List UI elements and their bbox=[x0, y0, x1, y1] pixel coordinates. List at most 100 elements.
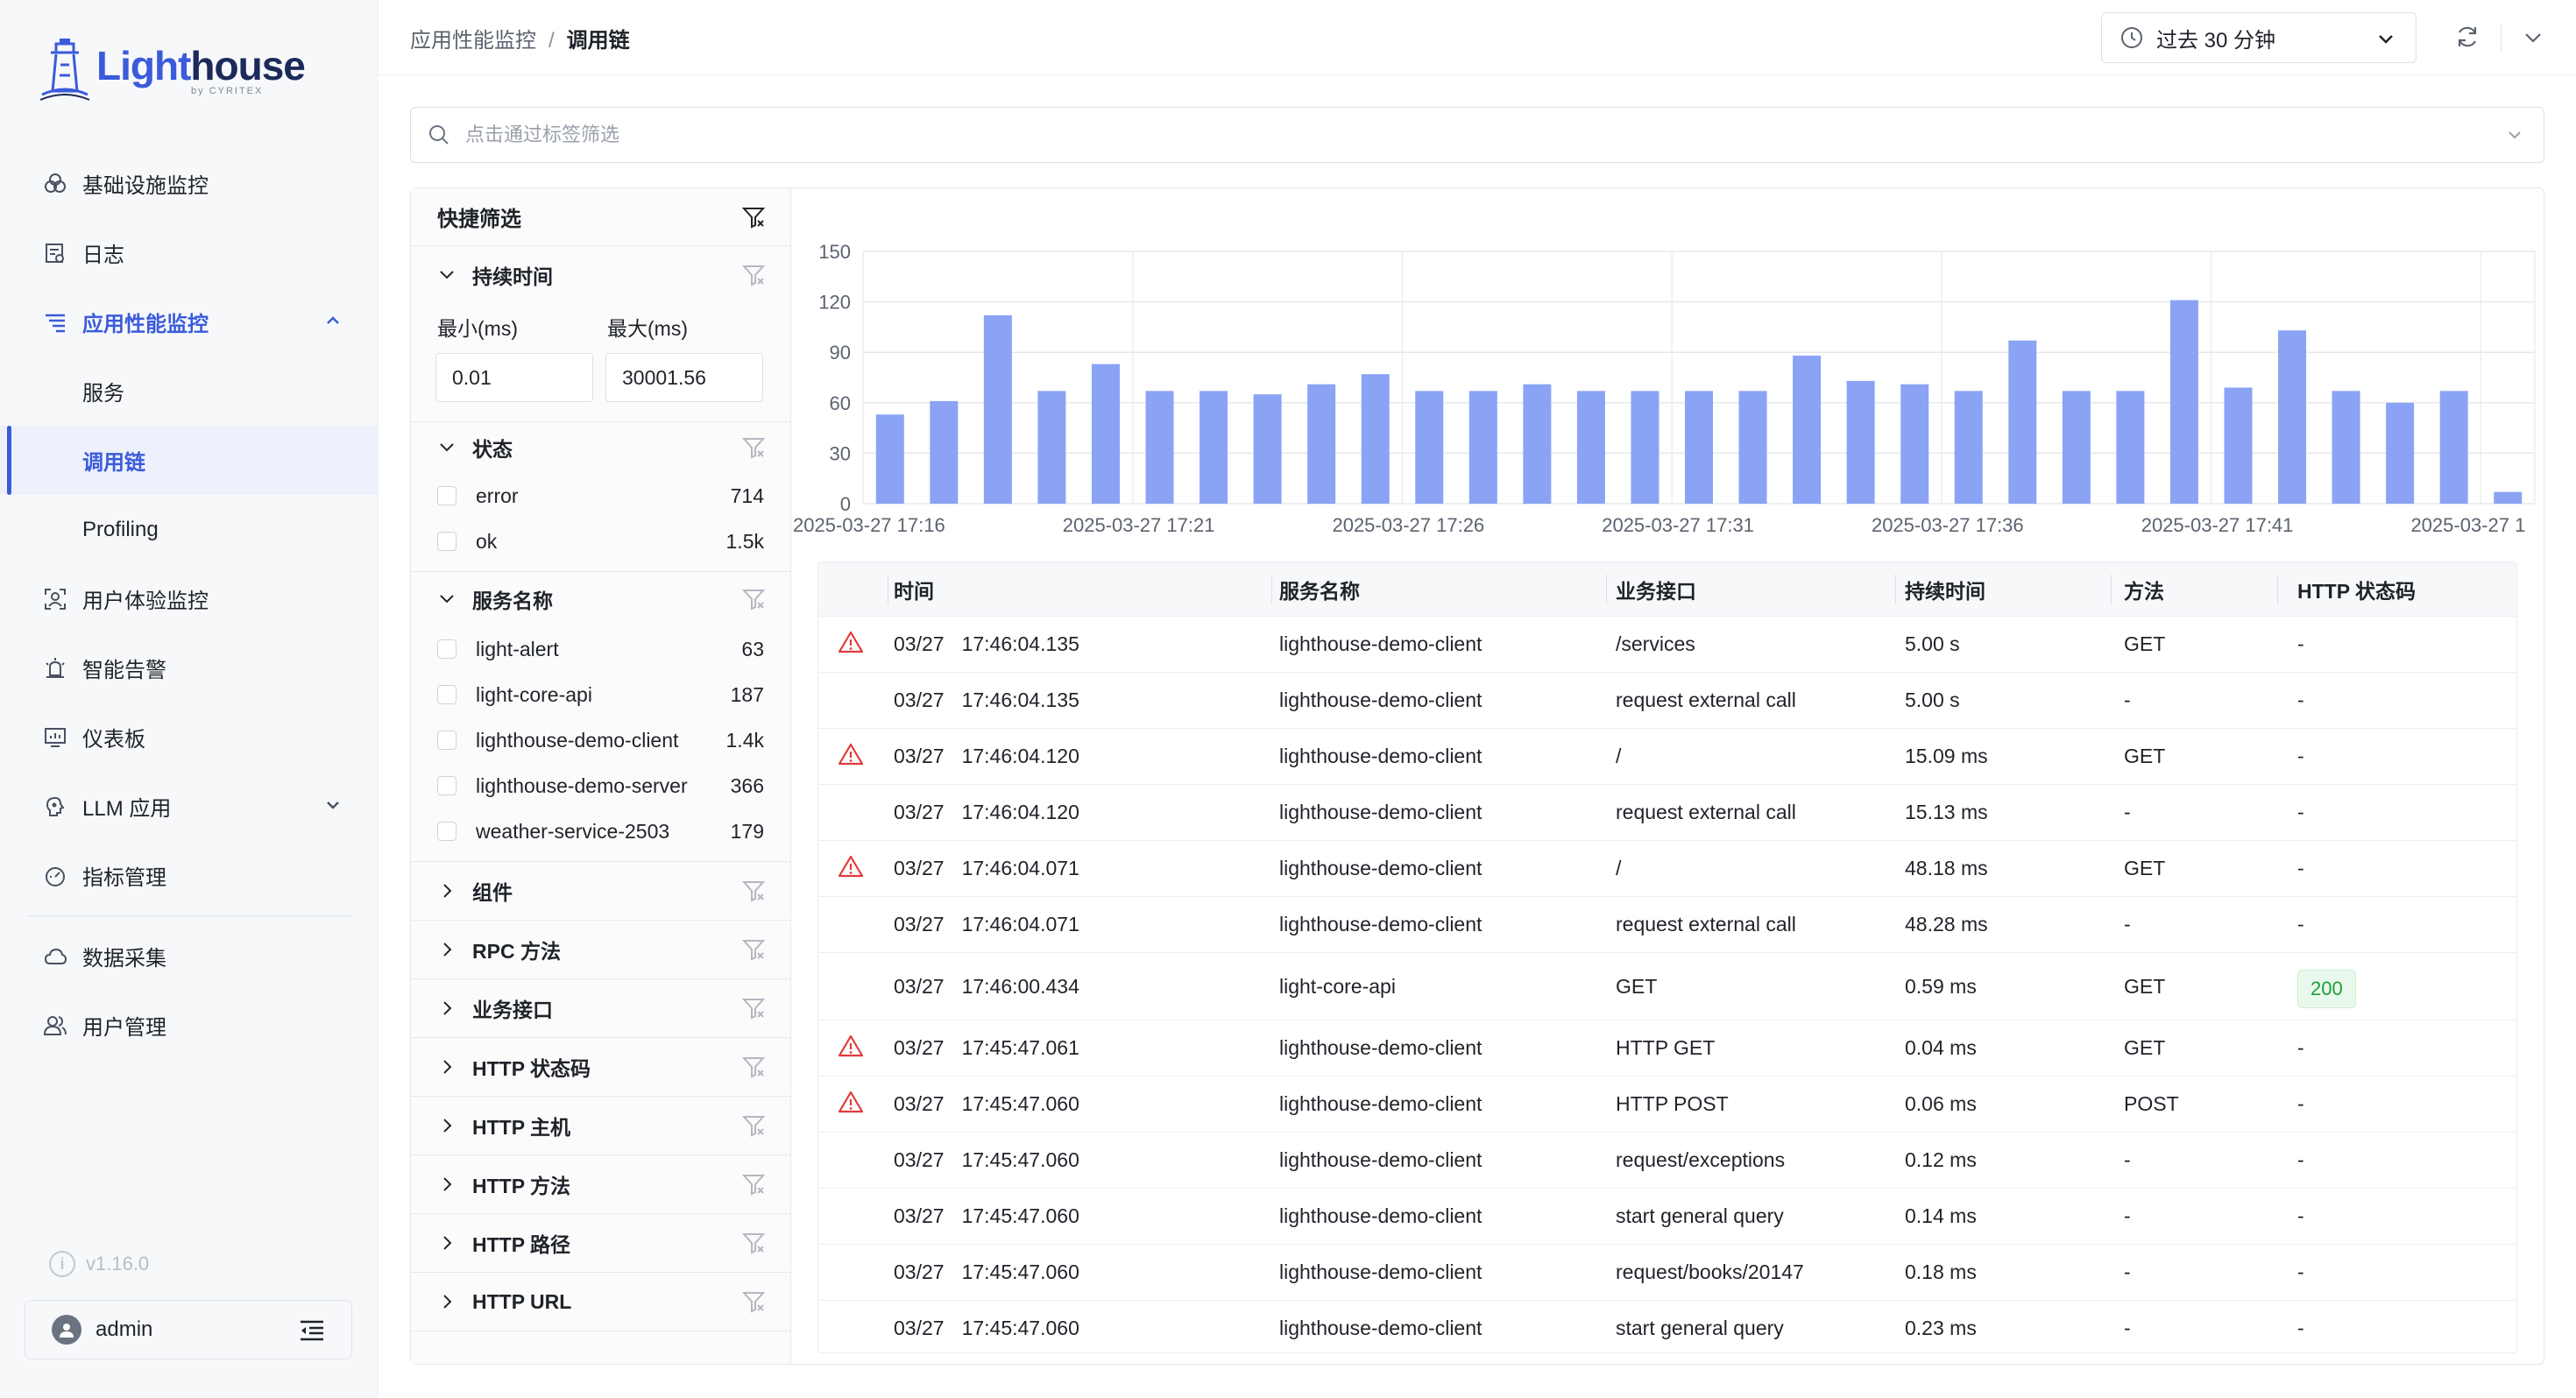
chart-bar[interactable] bbox=[1900, 384, 1929, 504]
chart-bar[interactable] bbox=[1200, 391, 1228, 504]
checkbox[interactable] bbox=[437, 639, 456, 659]
checkbox[interactable] bbox=[437, 532, 456, 551]
clear-filter-icon[interactable] bbox=[741, 1113, 766, 1138]
table-row[interactable]: 03/27 17:45:47.061 lighthouse-demo-client H… bbox=[818, 1020, 2516, 1077]
filter-section-header[interactable]: 状态 bbox=[411, 422, 790, 473]
user-menu[interactable]: admin bbox=[25, 1300, 352, 1359]
chart-bar[interactable] bbox=[1631, 391, 1660, 504]
nav-item-dashboard[interactable]: 仪表板 bbox=[0, 703, 379, 772]
checkbox[interactable] bbox=[437, 486, 456, 505]
status-option-error[interactable]: error 714 bbox=[411, 473, 790, 519]
collapse-sidebar-icon[interactable] bbox=[299, 1318, 325, 1343]
nav-item-user-experience[interactable]: 用户体验监控 bbox=[0, 564, 379, 633]
chart-bar[interactable] bbox=[930, 400, 959, 504]
chart-bar[interactable] bbox=[1684, 391, 1714, 504]
chart-bar[interactable] bbox=[1037, 391, 1066, 504]
table-row[interactable]: 03/27 17:45:47.060 lighthouse-demo-client r… bbox=[818, 1245, 2516, 1301]
chart-bar[interactable] bbox=[2278, 330, 2307, 504]
nav-item-traces[interactable]: 调用链 bbox=[0, 426, 379, 495]
service-option[interactable]: light-alert 63 bbox=[411, 626, 790, 672]
chart-bar[interactable] bbox=[983, 314, 1012, 504]
nav-item-apm[interactable]: 应用性能监控 bbox=[0, 287, 379, 357]
clear-filter-icon[interactable] bbox=[741, 996, 766, 1020]
table-row[interactable]: 03/27 17:45:47.060 lighthouse-demo-client H… bbox=[818, 1077, 2516, 1133]
breadcrumb-apm[interactable]: 应用性能监控 bbox=[410, 29, 536, 53]
clear-filter-icon[interactable] bbox=[741, 1231, 766, 1255]
filter-section-header[interactable]: 持续时间 bbox=[411, 246, 790, 304]
min-duration-input[interactable] bbox=[435, 353, 593, 402]
nav-item-services[interactable]: 服务 bbox=[0, 357, 379, 426]
chart-bar[interactable] bbox=[2386, 402, 2415, 504]
table-row[interactable]: 03/27 17:46:04.135 lighthouse-demo-client r… bbox=[818, 673, 2516, 729]
checkbox[interactable] bbox=[437, 822, 456, 841]
table-row[interactable]: 03/27 17:46:00.434 light-core-api GET 0.59 m… bbox=[818, 953, 2516, 1020]
clear-filter-icon[interactable] bbox=[741, 205, 766, 229]
chart-bar[interactable] bbox=[1954, 391, 1983, 504]
column-header-method[interactable]: 方法 bbox=[2112, 562, 2278, 617]
clear-filter-icon[interactable] bbox=[741, 1289, 766, 1314]
status-option-ok[interactable]: ok 1.5k bbox=[411, 519, 790, 564]
clear-filter-icon[interactable] bbox=[741, 263, 766, 287]
chart-bar[interactable] bbox=[2062, 391, 2091, 504]
chart-bar[interactable] bbox=[875, 414, 904, 504]
nav-item-alerts[interactable]: 智能告警 bbox=[0, 633, 379, 703]
filter-section-header[interactable]: 服务名称 bbox=[411, 572, 790, 626]
table-row[interactable]: 03/27 17:46:04.071 lighthouse-demo-client /… bbox=[818, 841, 2516, 897]
chevron-down-icon[interactable] bbox=[322, 794, 343, 816]
chart-bar[interactable] bbox=[2494, 491, 2523, 504]
table-row[interactable]: 03/27 17:45:47.060 lighthouse-demo-client s… bbox=[818, 1301, 2516, 1352]
checkbox[interactable] bbox=[437, 685, 456, 704]
chart-bar[interactable] bbox=[2224, 387, 2253, 504]
nav-item-data-collection[interactable]: 数据采集 bbox=[0, 921, 379, 991]
clear-filter-icon[interactable] bbox=[741, 1055, 766, 1079]
clear-filter-icon[interactable] bbox=[741, 435, 766, 460]
tag-filter-search[interactable] bbox=[410, 107, 2544, 163]
chart-bar[interactable] bbox=[2008, 340, 2037, 504]
chart-bar[interactable] bbox=[1145, 391, 1174, 504]
table-row[interactable]: 03/27 17:45:47.060 lighthouse-demo-client r… bbox=[818, 1133, 2516, 1189]
chart-bar[interactable] bbox=[1415, 391, 1444, 504]
time-range-picker[interactable]: 过去 30 分钟 bbox=[2101, 12, 2417, 63]
clear-filter-icon[interactable] bbox=[741, 937, 766, 962]
chevron-down-icon[interactable] bbox=[2505, 125, 2524, 145]
table-row[interactable]: 03/27 17:45:47.060 lighthouse-demo-client s… bbox=[818, 1189, 2516, 1245]
table-row[interactable]: 03/27 17:46:04.120 lighthouse-demo-client r… bbox=[818, 785, 2516, 841]
column-header-time[interactable]: 时间 bbox=[888, 562, 1272, 617]
filter-section-header[interactable]: RPC 方法 bbox=[411, 921, 790, 978]
chart-bar[interactable] bbox=[1738, 391, 1767, 504]
chart-bar[interactable] bbox=[2169, 300, 2198, 504]
filter-section-header[interactable]: 业务接口 bbox=[411, 979, 790, 1037]
table-row[interactable]: 03/27 17:46:04.071 lighthouse-demo-client r… bbox=[818, 897, 2516, 953]
filter-section-header[interactable]: HTTP 路径 bbox=[411, 1214, 790, 1272]
column-header-duration[interactable]: 持续时间 bbox=[1896, 562, 2112, 617]
service-option[interactable]: lighthouse-demo-client 1.4k bbox=[411, 717, 790, 763]
chart-bar[interactable] bbox=[1793, 356, 1822, 504]
chevron-down-icon[interactable] bbox=[2522, 26, 2544, 49]
column-header-service[interactable]: 服务名称 bbox=[1272, 562, 1607, 617]
chart-bar[interactable] bbox=[1361, 374, 1390, 504]
chart-bar[interactable] bbox=[1523, 384, 1552, 504]
nav-item-profiling[interactable]: Profiling bbox=[0, 495, 379, 564]
filter-section-header[interactable]: HTTP 状态码 bbox=[411, 1038, 790, 1096]
column-header-endpoint[interactable]: 业务接口 bbox=[1607, 562, 1896, 617]
service-option[interactable]: light-core-api 187 bbox=[411, 672, 790, 717]
checkbox[interactable] bbox=[437, 776, 456, 795]
service-option[interactable]: weather-service-2503 179 bbox=[411, 808, 790, 854]
nav-item-metrics[interactable]: 指标管理 bbox=[0, 841, 379, 910]
chart-bar[interactable] bbox=[1846, 380, 1875, 504]
clear-filter-icon[interactable] bbox=[741, 1172, 766, 1197]
refresh-icon[interactable] bbox=[2453, 23, 2481, 51]
chart-bar[interactable] bbox=[2332, 391, 2360, 504]
nav-item-llm[interactable]: LLM 应用 bbox=[0, 772, 379, 841]
chart-bar[interactable] bbox=[1468, 391, 1497, 504]
filter-section-header[interactable]: 组件 bbox=[411, 862, 790, 920]
clear-filter-icon[interactable] bbox=[741, 879, 766, 903]
clear-filter-icon[interactable] bbox=[741, 587, 766, 611]
chart-bar[interactable] bbox=[2116, 391, 2145, 504]
checkbox[interactable] bbox=[437, 731, 456, 750]
filter-section-header[interactable]: HTTP URL bbox=[411, 1273, 790, 1331]
chevron-up-icon[interactable] bbox=[322, 310, 343, 331]
service-option[interactable]: lighthouse-demo-server 366 bbox=[411, 763, 790, 808]
search-input[interactable] bbox=[465, 124, 2393, 146]
chart-bar[interactable] bbox=[1253, 394, 1282, 504]
